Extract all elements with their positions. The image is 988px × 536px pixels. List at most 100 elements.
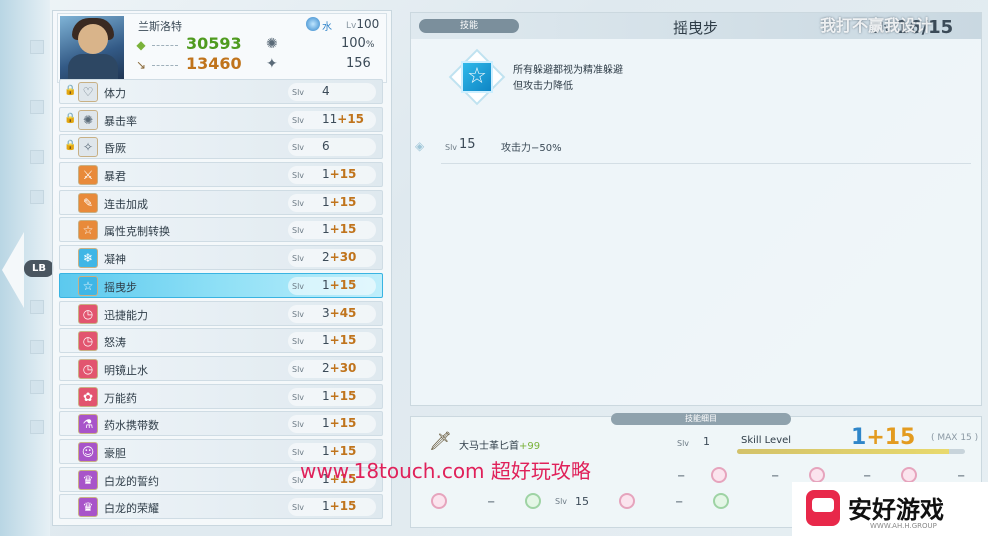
gem-icon[interactable] [713,493,729,509]
skill-face-icon: ☺ [78,441,98,462]
skill-heart-icon: ♡ [78,82,98,102]
skill-row[interactable]: ☆ 属性克制转换 Slv 1+15 [59,217,383,243]
skill-stun-icon: ✧ [78,137,98,158]
diamond-marker-icon: ◈ [415,139,425,153]
water-element-icon [306,17,320,31]
gem-icon[interactable] [431,493,447,509]
skill-level: 2+30 [322,360,357,375]
skill-level: 1+15 [322,388,357,403]
hp-value: 30593 [186,34,242,53]
skill-snow-icon: ❄ [78,248,98,269]
skill-level: 1+15 [322,194,357,209]
gem-icon[interactable] [619,493,635,509]
element-label: 水 [322,22,332,33]
gem-icon[interactable] [711,467,727,483]
skill-name: 昏厥 [104,142,126,156]
skill-detail-panel: 技能 摇曳步 Slv 16/15 ☆ 所有躲避都视为精准躲避 但攻击力降低 ◈ … [410,12,982,406]
skill-row[interactable]: ☆ 摇曳步 Slv 1+15 [59,272,383,298]
speed-icon: ✦ [266,56,278,72]
gem-icon[interactable] [525,493,541,509]
tab-skill[interactable]: 技能 [419,19,519,33]
skill-level: 4 [322,84,330,98]
hp-icon: ◆ [136,38,146,52]
skill-level-value: 1+15 [851,425,916,450]
skill-level-max: ( MAX 15 ) [931,433,979,443]
skill-clock-icon: ◷ [78,358,98,379]
skill-sword-icon: ✎ [78,192,98,213]
skill-level: 1+15 [322,333,357,348]
skill-name: 豪胆 [104,446,126,460]
skill-name: 迅捷能力 [104,308,148,322]
skill-level: 11+15 [322,111,365,126]
skill-clock-icon: ◷ [78,303,98,324]
skill-row[interactable]: ❄ 凝神 Slv 2+30 [59,245,383,271]
skill-row[interactable]: ◷ 怒涛 Slv 1+15 [59,328,383,354]
skill-level-row: ◈ Slv 15 攻击力−50% [411,131,981,164]
weapon-skill-level: 1 [703,435,710,448]
weapon-name[interactable]: 大马士革匕首+99 [459,437,540,452]
lb-arrow-icon[interactable] [2,232,24,308]
character-panel: 兰斯洛特 水 Lv100 ◆ 30593 ↘ 13460 ✺ 100% ✦ 15… [52,10,392,526]
skill-dragon-icon: ♛ [78,469,98,490]
skill-burst-icon: ✺ [78,109,98,130]
brand-sub: WWW.AH.H.GROUP [870,522,937,530]
skill-name: 暴君 [104,170,126,184]
atk-value: 13460 [186,54,242,73]
skill-name: 属性克制转换 [104,225,170,239]
skill-clock-icon: ◷ [78,331,98,352]
skill-description-line2: 但攻击力降低 [513,81,573,92]
character-header: 兰斯洛特 水 Lv100 ◆ 30593 ↘ 13460 ✺ 100% ✦ 15… [57,13,387,83]
watermark-text: 我打不赢我设计 [820,16,933,35]
atk-icon: ↘ [135,58,147,72]
skill-description-line1: 所有躲避都视为精准躲避 [513,65,623,76]
skill-name: 明镜止水 [104,363,148,377]
skill-name: 白龙的荣耀 [104,502,159,516]
skill-level: 1+15 [322,416,357,431]
character-portrait[interactable] [60,16,124,80]
skill-row[interactable]: 🔒 ✺ 暴击率 Slv 11+15 [59,106,383,132]
skill-star-icon: ☆ [78,220,98,241]
star-icon: ☆ [461,61,493,93]
site-watermark: www.18touch.com 超好玩攻略 [300,459,591,483]
skill-name: 摇曳步 [104,280,137,294]
skill-axe-icon: ⚔ [78,165,98,186]
skill-row[interactable]: ⚗ 药水携带数 Slv 1+15 [59,411,383,437]
brand-name: 安好游戏 [848,496,944,524]
skill-name: 白龙的誓约 [104,474,159,488]
level-display: Lv100 [346,17,380,31]
tab-skill-breakdown[interactable]: 技能细目 [611,413,791,425]
skill-row[interactable]: ◷ 迅捷能力 Slv 3+45 [59,300,383,326]
skill-row[interactable]: 🔒 ✧ 昏厥 Slv 6 [59,134,383,160]
skill-row[interactable]: ◷ 明镜止水 Slv 2+30 [59,355,383,381]
skill-effect: 攻击力−50% [501,143,562,154]
skill-level: 1+15 [322,222,357,237]
lock-icon: 🔒 [64,140,77,152]
gem-icon[interactable] [809,467,825,483]
lock-icon: 🔒 [64,85,77,96]
gem-icon[interactable] [901,467,917,483]
skill-name: 药水携带数 [104,419,159,433]
lb-button[interactable]: LB [24,260,54,277]
skill-level: 3+45 [322,305,357,320]
skill-row[interactable]: ✿ 万能药 Slv 1+15 [59,383,383,409]
skill-star-icon: ☆ [78,275,98,296]
skill-row[interactable]: ♛ 白龙的荣耀 Slv 1+15 [59,494,383,520]
skill-name: 体力 [104,87,126,100]
skill-level: 1+15 [322,277,357,292]
skill-name: 万能药 [104,391,137,405]
speed-value: 156 [346,56,371,71]
skill-row[interactable]: 🔒 ♡ 体力 Slv 4 [59,79,383,104]
skill-row[interactable]: ✎ 连击加成 Slv 1+15 [59,189,383,215]
skill-level-label: Skill Level [741,435,792,446]
skill-level: 6 [322,139,330,154]
dagger-icon: 🗡 [429,431,452,452]
skill-row[interactable]: ⚔ 暴君 Slv 1+15 [59,162,383,188]
lock-icon: 🔒 [64,112,77,124]
crit-icon: ✺ [266,36,278,52]
character-name: 兰斯洛特 [138,20,182,33]
skill-level: 2+30 [322,250,357,265]
gamepad-logo-icon [806,490,840,526]
skill-potion-icon: ⚗ [78,414,98,435]
skill-name: 凝神 [104,253,126,267]
crit-value: 100% [341,36,375,51]
